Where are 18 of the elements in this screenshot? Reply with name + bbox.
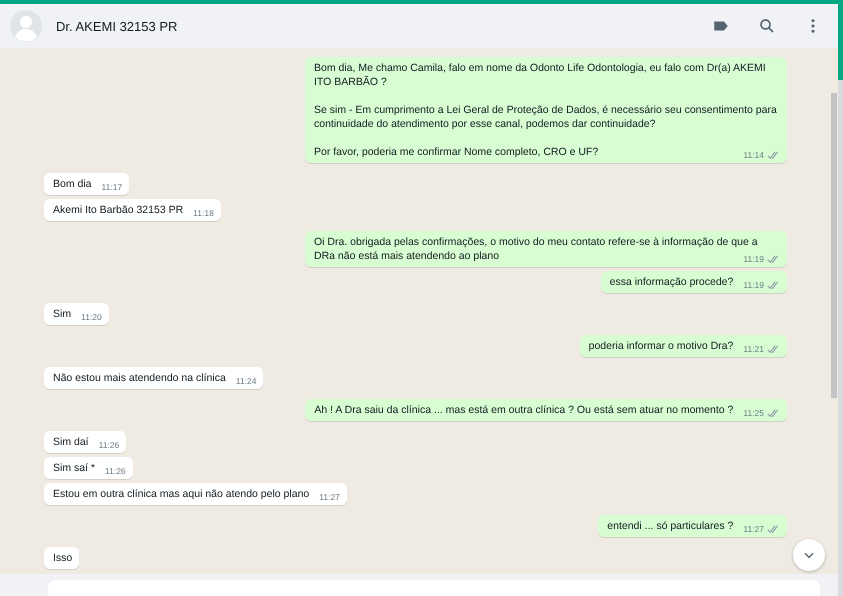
search-icon[interactable] (758, 17, 776, 35)
incoming-message: Akemi Ito Barbão 32153 PR 11:18 (44, 199, 221, 221)
scrollbar-thumb[interactable] (831, 93, 837, 398)
outgoing-message: entendi ... só particulares ? 11:27 (598, 515, 787, 537)
contact-name[interactable]: Dr. AKEMI 32153 PR (56, 18, 684, 34)
incoming-message: Sim daí 11:26 (44, 431, 126, 453)
incoming-message: Bom dia 11:17 (44, 173, 130, 195)
incoming-message: Sim 11:20 (44, 303, 109, 325)
outgoing-message: Bom dia, Me chamo Camila, falo em nome da Odonto Life Odontologia, eu falo com Dr(a) AKEMI ITO BARBÃO ? Se sim - Em cumprimento a Lei Geral de Proteção de Dados, é necessário seu consentimento para continuidade do atendimento por esse canal, podemos dar continuidade? Por favor, poderia me confirmar Nome completo, CRO e UF? 11:14 (305, 57, 787, 163)
incoming-message: Isso (44, 547, 80, 569)
outgoing-message: essa informação procede? 11:19 (600, 271, 787, 293)
outgoing-message: poderia informar o motivo Dra? 11:21 (580, 335, 787, 357)
incoming-message: Sim saí * 11:26 (44, 457, 133, 479)
outgoing-message: Oi Dra. obrigada pelas confirmações, o motivo do meu contato refere-se à informação de que a DRa não está mais atendendo ao plano 11:19 (305, 231, 787, 267)
avatar-icon (10, 10, 42, 42)
incoming-message: Estou em outra clínica mas aqui não atendo pelo plano 11:27 (44, 483, 347, 505)
outgoing-message: Ah ! A Dra saiu da clínica ... mas está em outra clínica ? Ou está sem atuar no momento ? 11:25 (305, 399, 787, 421)
incoming-message: Não estou mais atendendo na clínica 11:24 (44, 367, 264, 389)
